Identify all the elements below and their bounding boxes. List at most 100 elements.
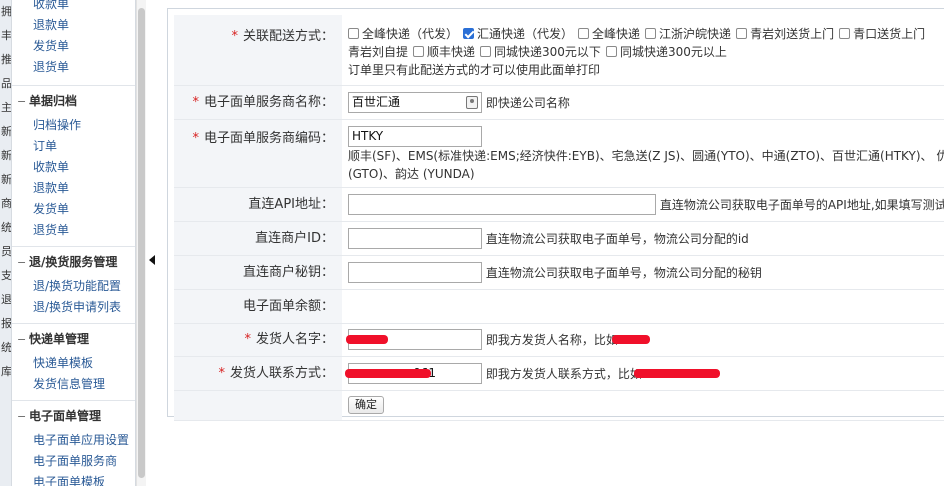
delivery-option[interactable]: 青口送货上门	[839, 25, 925, 43]
checkbox[interactable]	[348, 28, 359, 39]
left-edge-char: 库	[1, 365, 12, 378]
form-row-provider-name: * 电子面单服务商名称： 百世汇通 即快递公司名称	[174, 85, 944, 120]
sidebar-item-e-waybill-providers[interactable]: 电子面单服务商	[12, 451, 135, 472]
left-edge-char: 拥	[1, 5, 12, 18]
main-panel: * 关联配送方式： 全峰快递（代发） 汇通快递（代发） 全峰快递 江浙沪皖快递 青岩刘送货…	[167, 8, 944, 421]
checkbox[interactable]	[578, 28, 590, 39]
sidebar-scrollbar[interactable]	[136, 0, 146, 486]
sidebar-group-e-waybill[interactable]: − 电子面单管理	[12, 400, 135, 430]
provider-code-hint-line2: (GTO)、韵达 (YUNDA)	[348, 166, 475, 181]
provider-code-label: 电子面单服务商编码：	[203, 130, 334, 146]
checkbox[interactable]	[736, 28, 748, 39]
merchant-id-label: 直连商户ID：	[174, 221, 342, 256]
sidebar-group-title: 单据归档	[29, 94, 78, 108]
collapse-icon[interactable]: −	[17, 87, 29, 117]
delivery-option[interactable]: 青岩刘自提	[348, 43, 408, 61]
contact-card-icon[interactable]	[466, 95, 478, 109]
sidebar-item-return-config[interactable]: 退/换货功能配置	[12, 276, 135, 297]
sidebar-item-return[interactable]: 退货单	[12, 220, 135, 241]
redaction-mark	[346, 334, 388, 344]
left-edge-char: 商	[1, 197, 12, 210]
sidebar-group-express-sheet[interactable]: − 快递单管理	[12, 323, 135, 353]
form-row-api-url: 直连API地址： 直连物流公司获取电子面单号的API地址,如果填写测试环	[174, 187, 944, 222]
left-edge-char: 品	[1, 77, 12, 90]
delivery-label: 关联配送方式：	[242, 29, 334, 44]
sidebar-item-e-waybill-templates[interactable]: 电子面单模板	[12, 472, 135, 486]
sidebar-group-title: 退/换货服务管理	[29, 255, 118, 269]
redaction-mark	[612, 334, 650, 344]
sidebar-item-archive-operation[interactable]: 归档操作	[12, 115, 135, 136]
form-row-delivery: * 关联配送方式： 全峰快递（代发） 汇通快递（代发） 全峰快递 江浙沪皖快递 青岩刘送货…	[174, 15, 944, 86]
sidebar-item-return-top[interactable]: 退货单	[12, 57, 135, 78]
sidebar-item-delivery[interactable]: 发货单	[12, 199, 135, 220]
delivery-option[interactable]: 全峰快递（代发）	[348, 25, 458, 43]
collapse-icon[interactable]: −	[17, 248, 29, 278]
sidebar-item-return-requests[interactable]: 退/换货申请列表	[12, 297, 135, 318]
delivery-option[interactable]: 同城快递300元以下	[480, 43, 601, 61]
checkbox-checked[interactable]	[463, 28, 475, 39]
left-edge-char: 新	[1, 149, 12, 162]
checkbox[interactable]	[645, 28, 657, 39]
left-edge-char: 丰	[1, 29, 12, 42]
left-edge-char: 统	[1, 221, 12, 234]
merchant-secret-hint: 直连物流公司获取电子面单号，物流公司分配的秘钥	[485, 265, 762, 280]
left-edge-char: 新	[1, 173, 12, 186]
checkbox[interactable]	[839, 28, 851, 39]
collapse-sidebar-arrow-icon[interactable]	[149, 255, 155, 265]
provider-name-input[interactable]: 百世汇通	[348, 91, 482, 113]
sidebar-item-refund-top[interactable]: 退款单	[12, 15, 135, 36]
sidebar-group-archive[interactable]: − 单据归档	[12, 85, 135, 115]
left-edge-strip: 拥丰推品主新新新商统员支退报统库	[0, 0, 12, 486]
left-edge-char: 主	[1, 101, 12, 114]
provider-code-input[interactable]: HTKY	[348, 125, 482, 147]
sidebar-item-receipt[interactable]: 收款单	[12, 157, 135, 178]
sidebar-item-order[interactable]: 订单	[12, 136, 135, 157]
form-row-provider-code: * 电子面单服务商编码： HTKY 顺丰(SF)、EMS(标准快递:EMS;经济快…	[174, 119, 944, 188]
delivery-option[interactable]: 青岩刘送货上门	[736, 25, 834, 43]
delivery-option[interactable]: 同城快递300元以上	[605, 43, 727, 61]
left-edge-char: 支	[1, 269, 12, 282]
checkbox[interactable]	[413, 46, 425, 57]
collapse-icon[interactable]: −	[17, 325, 29, 355]
api-url-label: 直连API地址：	[174, 187, 342, 222]
sidebar: 收款单 退款单 发货单 退货单 − 单据归档 归档操作 订单 收款单 退款单 发货…	[12, 0, 136, 486]
provider-name-label: 电子面单服务商名称：	[203, 94, 334, 110]
required-mark: *	[244, 331, 251, 347]
sidebar-item-receipt-top[interactable]: 收款单	[12, 0, 135, 15]
form-row-sender-phone: *发货人联系方式： 061 即我方发货人联系方式，比如	[174, 356, 944, 391]
provider-code-hint-line1: 顺丰(SF)、EMS(标准快递:EMS;经济快件:EYB)、宅急送(Z JS)、…	[348, 148, 944, 163]
sidebar-item-shipping-info[interactable]: 发货信息管理	[12, 374, 135, 395]
scrollbar-thumb[interactable]	[138, 8, 145, 478]
checkbox[interactable]	[605, 46, 617, 57]
left-edge-char: 统	[1, 341, 12, 354]
redaction-mark	[345, 368, 431, 378]
sidebar-item-e-waybill-settings[interactable]: 电子面单应用设置	[12, 430, 135, 451]
required-mark: *	[192, 130, 199, 146]
merchant-secret-input[interactable]	[348, 261, 482, 283]
redaction-mark	[634, 368, 720, 378]
sidebar-top-list: 收款单 退款单 发货单 退货单	[12, 0, 135, 78]
delivery-option[interactable]: 汇通快递（代发）	[463, 25, 573, 43]
delivery-options-line2: 青岩刘自提 顺丰快递 同城快递300元以下 同城快递300元以上	[348, 43, 944, 61]
required-mark: *	[192, 94, 199, 110]
delivery-option[interactable]: 全峰快递	[578, 25, 640, 43]
sidebar-item-refund[interactable]: 退款单	[12, 178, 135, 199]
sidebar-group-return-exchange[interactable]: − 退/换货服务管理	[12, 246, 135, 276]
confirm-button[interactable]: 确定	[348, 395, 384, 414]
checkbox[interactable]	[480, 46, 492, 57]
provider-name-hint: 即快递公司名称	[485, 95, 570, 110]
sidebar-item-delivery-top[interactable]: 发货单	[12, 36, 135, 57]
collapse-icon[interactable]: −	[17, 402, 29, 432]
delivery-option[interactable]: 江浙沪皖快递	[645, 25, 731, 43]
sender-phone-label: 发货人联系方式：	[229, 365, 334, 381]
left-edge-char: 新	[1, 125, 12, 138]
form-row-merchant-id: 直连商户ID： 直连物流公司获取电子面单号，物流公司分配的id	[174, 221, 944, 256]
api-url-input[interactable]	[348, 193, 656, 215]
delivery-option[interactable]: 顺丰快递	[413, 43, 475, 61]
balance-label: 电子面单余额：	[174, 289, 342, 324]
merchant-id-input[interactable]	[348, 227, 482, 249]
sender-name-hint: 即我方发货人名称，比如	[485, 332, 618, 347]
sidebar-item-express-template[interactable]: 快递单模板	[12, 353, 135, 374]
left-edge-char: 员	[1, 245, 12, 258]
form-row-balance: 电子面单余额：	[174, 289, 944, 324]
